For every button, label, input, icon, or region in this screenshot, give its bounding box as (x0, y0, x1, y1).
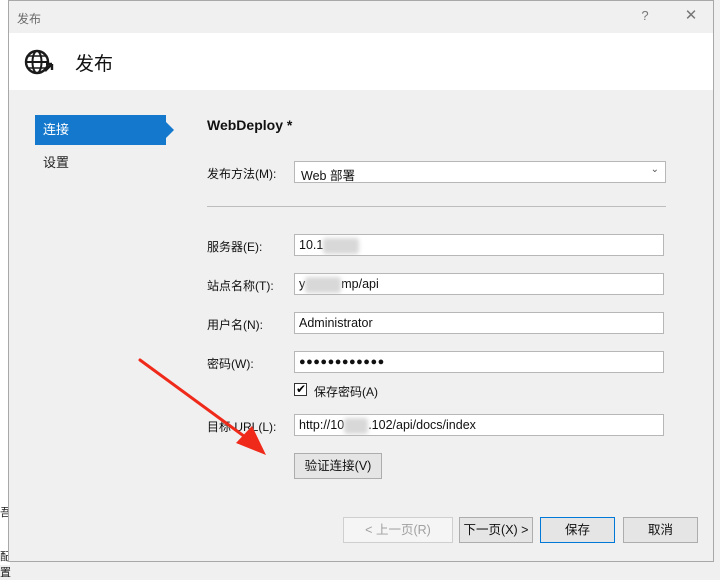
chevron-down-icon: ⌄ (650, 164, 659, 175)
section-title: WebDeploy * (207, 117, 293, 133)
redacted-blur (344, 417, 369, 434)
help-button[interactable]: ? (633, 5, 657, 29)
target-url-label: 目标 URL(L): (207, 420, 277, 434)
validate-connection-button[interactable]: 验证连接(V) (294, 453, 382, 479)
checkbox-box[interactable]: ✔ (294, 382, 307, 396)
redacted-blur (305, 276, 342, 293)
target-url-suffix: .102/api/docs/index (368, 418, 476, 432)
next-button[interactable]: 下一页(X) > (459, 517, 533, 543)
divider (207, 206, 666, 207)
title-bar: 发布 ? ✕ (9, 1, 713, 33)
dialog-header: 发布 (9, 33, 713, 90)
target-url-input[interactable]: http://10 .102/api/docs/index (294, 414, 664, 436)
password-label: 密码(W): (207, 357, 254, 371)
password-value: ●●●●●●●●●●●● (299, 356, 385, 368)
publish-method-label: 发布方法(M): (207, 167, 277, 181)
save-password-label: 保存密码(A) (314, 385, 378, 399)
server-label: 服务器(E): (207, 240, 263, 254)
target-url-prefix: http://10 (299, 418, 345, 432)
username-input[interactable]: Administrator (294, 312, 664, 334)
password-input[interactable]: ●●●●●●●●●●●● (294, 351, 664, 373)
sidebar-item-connection[interactable]: 连接 (35, 115, 174, 145)
globe-publish-icon (24, 49, 54, 75)
page-title: 发布 (75, 54, 114, 75)
publish-method-value: Web 部署 (301, 169, 355, 183)
save-button[interactable]: 保存 (540, 517, 615, 543)
sidebar: 连接 设置 (35, 115, 174, 181)
publish-method-select[interactable]: Web 部署 ⌄ (294, 161, 666, 183)
previous-button[interactable]: < 上一页(R) (343, 517, 453, 543)
username-label: 用户名(N): (207, 318, 263, 332)
sidebar-item-settings[interactable]: 设置 (35, 148, 166, 178)
site-name-input[interactable]: y mp/api (294, 273, 664, 295)
checkmark-icon: ✔ (296, 382, 307, 396)
username-value: Administrator (299, 316, 373, 330)
server-value: 10.1 (299, 238, 324, 252)
close-button[interactable]: ✕ (679, 5, 703, 29)
publish-dialog: 发布 ? ✕ 发布 连接 设置 WebDeploy * 发布方法(M): Web… (8, 0, 714, 562)
server-input[interactable]: 10.1 (294, 234, 664, 256)
site-name-label: 站点名称(T): (207, 279, 274, 293)
window-title: 发布 (17, 12, 42, 26)
redacted-blur (323, 237, 360, 254)
cancel-button[interactable]: 取消 (623, 517, 698, 543)
site-name-suffix: mp/api (341, 277, 379, 291)
